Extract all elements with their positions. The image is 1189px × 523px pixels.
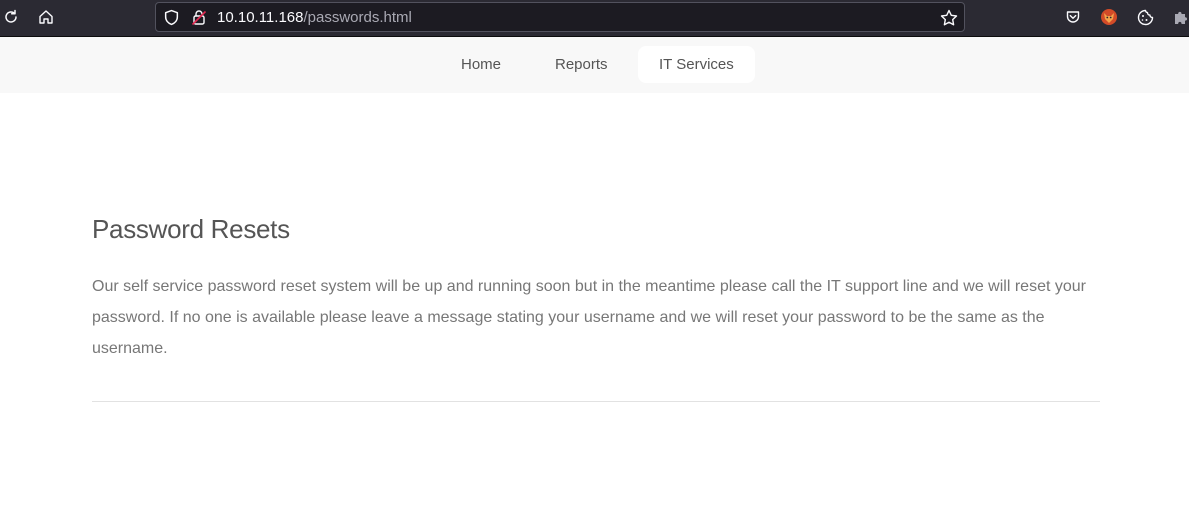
url-bar[interactable]: 10.10.11.168/passwords.html xyxy=(155,2,965,32)
url-host: 10.10.11.168 xyxy=(217,9,304,26)
page-body-text: Our self service password reset system w… xyxy=(92,278,1086,357)
url-path: /passwords.html xyxy=(303,9,412,26)
home-button[interactable] xyxy=(32,4,60,30)
home-icon xyxy=(39,10,53,24)
foxyproxy-icon xyxy=(1101,9,1117,25)
divider xyxy=(92,401,1100,402)
pocket-button[interactable] xyxy=(1062,6,1084,28)
reload-icon xyxy=(5,9,17,23)
reload-button[interactable] xyxy=(0,4,25,30)
url-text[interactable]: 10.10.11.168/passwords.html xyxy=(217,8,412,28)
page-title: Password Resets xyxy=(92,214,290,244)
browser-toolbar: 10.10.11.168/passwords.html xyxy=(0,0,1189,37)
star-icon[interactable] xyxy=(939,8,959,28)
nav-reports[interactable]: Reports xyxy=(534,46,629,83)
cookie-icon xyxy=(1137,9,1153,25)
tracking-protection-shield-icon[interactable] xyxy=(163,9,180,26)
insecure-lock-icon[interactable] xyxy=(191,9,207,26)
foxyproxy-button[interactable] xyxy=(1098,6,1120,28)
nav-it-services[interactable]: IT Services xyxy=(638,46,755,83)
pocket-icon xyxy=(1066,11,1080,23)
puzzle-icon xyxy=(1175,11,1188,24)
nav-home[interactable]: Home xyxy=(440,46,522,83)
cookie-button[interactable] xyxy=(1134,6,1156,28)
extensions-button[interactable] xyxy=(1170,6,1189,28)
site-navbar: Home Reports IT Services xyxy=(0,37,1189,93)
